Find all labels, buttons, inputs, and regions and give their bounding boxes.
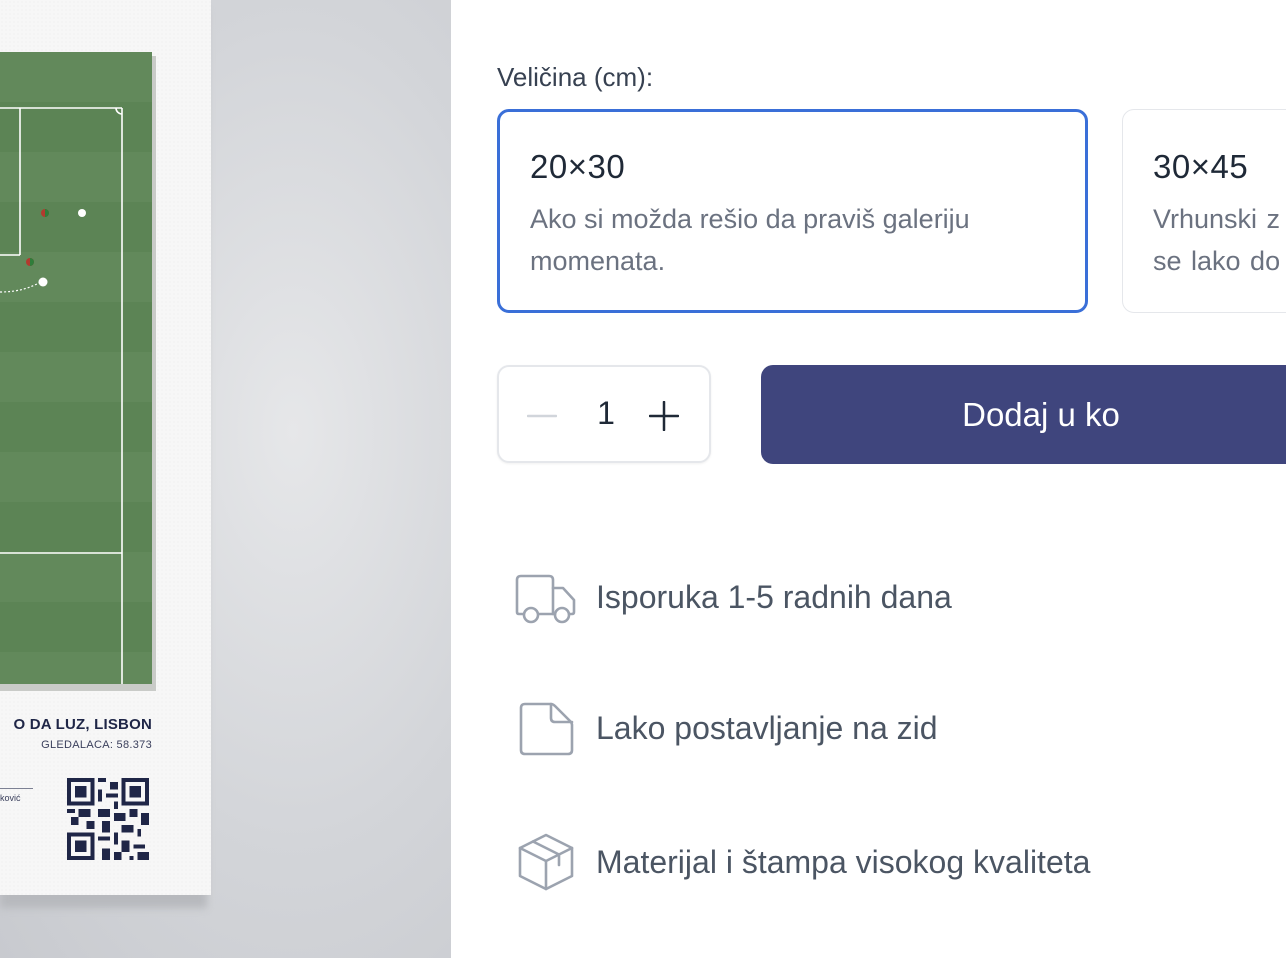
size-option-20x30[interactable]: 20×30 Ako si možda rešio da praviš galer… xyxy=(497,109,1088,313)
poster-divider xyxy=(0,788,33,789)
product-image: O DA LUZ, LISBON GLEDALACA: 58.373 ković xyxy=(0,0,451,958)
poster-venue: O DA LUZ, LISBON xyxy=(13,716,152,733)
size-option-30x45[interactable]: 30×45 Vrhunski z se lako do xyxy=(1122,109,1286,313)
poster-attendance: GLEDALACA: 58.373 xyxy=(41,739,152,751)
size-option-title: 30×45 xyxy=(1153,148,1249,185)
ball-marker xyxy=(38,277,48,287)
quantity-stepper[interactable]: 1 xyxy=(497,365,711,463)
size-label: Veličina (cm): xyxy=(497,62,654,92)
truck-icon xyxy=(515,574,576,624)
plus-icon[interactable] xyxy=(649,401,679,431)
pitch-lines xyxy=(0,107,123,684)
qr-code-icon xyxy=(67,778,149,860)
size-option-description: Ako si možda rešio da praviš galeriju mo… xyxy=(530,204,970,276)
ball-marker xyxy=(78,209,86,217)
poster-author: ković xyxy=(0,793,21,803)
add-to-cart-label: Dodaj u ko xyxy=(962,396,1120,433)
size-option-description: Vrhunski z se lako do xyxy=(1153,204,1281,276)
feature-label: Isporuka 1-5 radnih dana xyxy=(596,579,952,615)
minus-icon[interactable] xyxy=(527,401,557,431)
feature-label: Materijal i štampa visokog kvaliteta xyxy=(596,844,1091,880)
add-to-cart-button[interactable]: Dodaj u ko xyxy=(761,365,1286,464)
feature-label: Lako postavljanje na zid xyxy=(596,710,938,746)
quantity-value[interactable]: 1 xyxy=(586,395,626,432)
document-icon xyxy=(519,702,574,756)
size-option-title: 20×30 xyxy=(530,148,626,185)
box-icon xyxy=(518,833,574,891)
football-pitch xyxy=(0,52,152,684)
poster: O DA LUZ, LISBON GLEDALACA: 58.373 ković xyxy=(0,0,211,895)
